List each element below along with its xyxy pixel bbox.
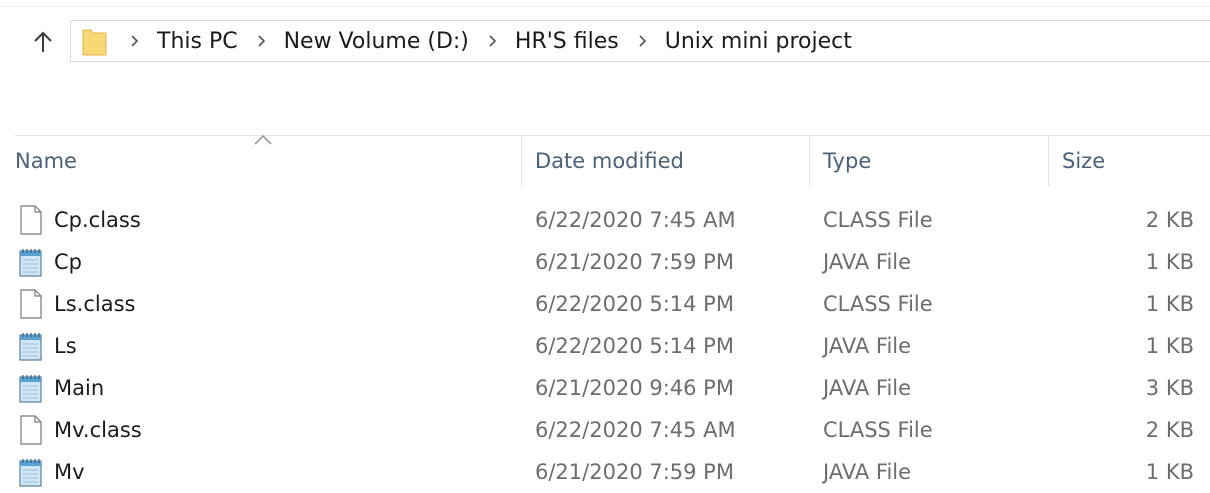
column-header-name[interactable]: Name — [15, 135, 77, 187]
window-top-edge — [0, 0, 1210, 7]
notepad-file-icon — [18, 457, 44, 487]
file-size: 1 KB — [1145, 460, 1194, 484]
file-type: CLASS File — [823, 292, 933, 316]
sort-ascending-icon — [254, 134, 272, 145]
address-bar[interactable]: This PC New Volume (D:) HR'S files Unix min… — [70, 20, 1210, 62]
column-header-date-modified[interactable]: Date modified — [535, 135, 684, 187]
file-name: Mv — [54, 460, 85, 484]
file-name: Mv.class — [54, 418, 142, 442]
file-type: JAVA File — [823, 250, 912, 274]
file-date-modified: 6/22/2020 7:45 AM — [535, 418, 736, 442]
file-row[interactable]: Cp.class 6/22/2020 7:45 AM CLASS File 2 KB — [0, 199, 1210, 241]
column-header-row: Name Date modified Type Size — [0, 135, 1210, 187]
file-date-modified: 6/21/2020 7:59 PM — [535, 250, 734, 274]
chevron-right-icon[interactable] — [635, 33, 651, 49]
file-size: 1 KB — [1145, 334, 1194, 358]
chevron-right-icon[interactable] — [485, 33, 501, 49]
notepad-file-icon — [18, 373, 44, 403]
arrow-up-icon — [34, 31, 52, 52]
file-size: 2 KB — [1145, 418, 1194, 442]
notepad-file-icon — [18, 247, 44, 277]
blank-file-icon — [18, 205, 44, 235]
folder-icon — [82, 27, 107, 56]
breadcrumb-item[interactable]: New Volume (D:) — [284, 29, 469, 54]
file-name: Cp.class — [54, 208, 141, 232]
blank-file-icon — [18, 289, 44, 319]
up-one-level-button[interactable] — [26, 24, 60, 60]
file-date-modified: 6/21/2020 7:59 PM — [535, 460, 734, 484]
file-row[interactable]: Mv 6/21/2020 7:59 PM JAVA File 1 KB — [0, 451, 1210, 493]
column-header-type[interactable]: Type — [823, 135, 871, 187]
file-size: 2 KB — [1145, 208, 1194, 232]
file-type: CLASS File — [823, 418, 933, 442]
file-date-modified: 6/21/2020 9:46 PM — [535, 376, 734, 400]
file-row[interactable]: Ls.class 6/22/2020 5:14 PM CLASS File 1 KB — [0, 283, 1210, 325]
breadcrumb-item[interactable]: Unix mini project — [665, 29, 852, 54]
file-type: JAVA File — [823, 334, 912, 358]
notepad-file-icon — [18, 331, 44, 361]
breadcrumb-item[interactable]: HR'S files — [515, 29, 619, 54]
file-name: Main — [54, 376, 105, 400]
file-size: 1 KB — [1145, 292, 1194, 316]
file-type: JAVA File — [823, 376, 912, 400]
column-header-size[interactable]: Size — [1062, 135, 1105, 187]
file-name: Ls.class — [54, 292, 136, 316]
file-date-modified: 6/22/2020 5:14 PM — [535, 334, 734, 358]
blank-file-icon — [18, 415, 44, 445]
chevron-right-icon[interactable] — [254, 33, 270, 49]
file-name: Cp — [54, 250, 82, 274]
file-row[interactable]: Cp 6/21/2020 7:59 PM JAVA File 1 KB — [0, 241, 1210, 283]
file-name: Ls — [54, 334, 77, 358]
file-type: CLASS File — [823, 208, 933, 232]
file-row[interactable]: Main 6/21/2020 9:46 PM JAVA File 3 KB — [0, 367, 1210, 409]
file-type: JAVA File — [823, 460, 912, 484]
file-size: 1 KB — [1145, 250, 1194, 274]
file-row[interactable]: Ls 6/22/2020 5:14 PM JAVA File 1 KB — [0, 325, 1210, 367]
file-date-modified: 6/22/2020 5:14 PM — [535, 292, 734, 316]
breadcrumb-item[interactable]: This PC — [157, 29, 238, 54]
chevron-right-icon[interactable] — [127, 33, 143, 49]
breadcrumb: This PC New Volume (D:) HR'S files Unix min… — [107, 29, 852, 54]
file-date-modified: 6/22/2020 7:45 AM — [535, 208, 736, 232]
file-size: 3 KB — [1145, 376, 1194, 400]
file-row[interactable]: Mv.class 6/22/2020 7:45 AM CLASS File 2 KB — [0, 409, 1210, 451]
